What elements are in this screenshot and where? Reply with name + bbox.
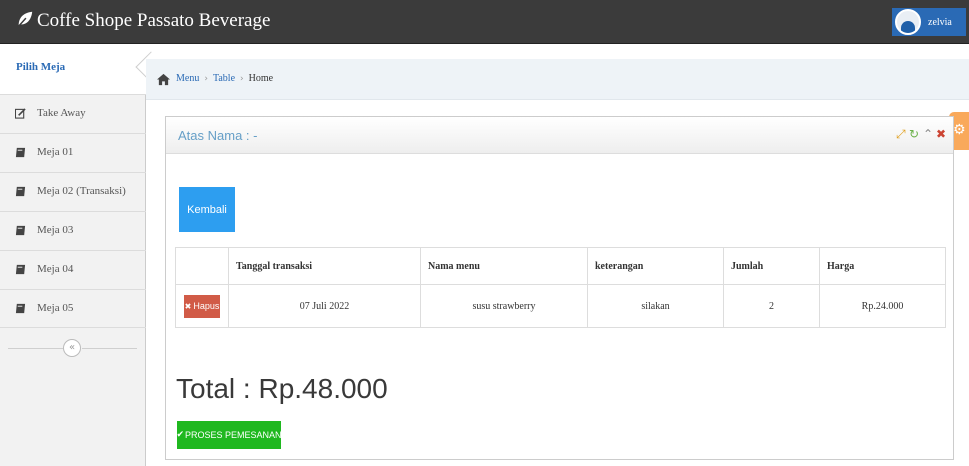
gear-icon: ⚙ xyxy=(953,122,966,138)
widget-header: Atas Nama : - ⤢ ↻ ⌃ ✖ xyxy=(166,117,953,154)
nama-menu-cell: susu strawberry xyxy=(420,284,588,328)
tanggal-cell: 07 Juli 2022 xyxy=(228,284,421,328)
user-menu[interactable]: zelvia xyxy=(892,8,966,36)
top-navbar: Coffe Shope Passato Beverage zelvia xyxy=(0,0,969,44)
sidebar-item-label: Meja 01 xyxy=(37,146,74,158)
breadcrumb: Menu › Table › Home xyxy=(146,59,969,100)
sidebar-item-meja-05[interactable]: Meja 05 xyxy=(0,289,146,328)
breadcrumb-menu[interactable]: Menu xyxy=(176,73,199,84)
book-icon xyxy=(15,303,26,314)
column-header-nama-menu: Nama menu xyxy=(420,247,588,285)
divider xyxy=(82,348,137,349)
book-icon xyxy=(15,147,26,158)
order-total: Total : Rp.48.000 xyxy=(176,373,388,404)
sidebar-item-meja-04[interactable]: Meja 04 xyxy=(0,250,146,289)
breadcrumb-separator: › xyxy=(240,74,244,84)
sidebar-item-label: Take Away xyxy=(37,107,86,119)
process-order-button[interactable]: ✔ PROSES PEMESANAN xyxy=(176,421,282,449)
action-cell: ✖ Hapus xyxy=(175,284,229,328)
book-icon xyxy=(15,264,26,275)
breadcrumb-current: Home xyxy=(248,73,274,84)
back-button[interactable]: Kembali xyxy=(179,187,235,232)
sidebar-item-label: Meja 05 xyxy=(37,302,74,314)
column-header-keterangan: keterangan xyxy=(587,247,724,285)
expand-icon[interactable]: ⤢ xyxy=(896,128,906,140)
sidebar-item-label: Pilih Meja xyxy=(16,61,66,73)
harga-cell: Rp.24.000 xyxy=(819,284,946,328)
reload-icon[interactable]: ↻ xyxy=(909,128,919,140)
close-icon: ✖ xyxy=(184,301,192,311)
sidebar-item-meja-03[interactable]: Meja 03 xyxy=(0,211,146,250)
widget-title: Atas Nama : - xyxy=(178,128,258,143)
sidebar-item-meja-02[interactable]: Meja 02 (Transaksi) xyxy=(0,172,146,211)
leaf-icon xyxy=(17,11,33,28)
sidebar-item-label: Meja 02 (Transaksi) xyxy=(37,185,126,197)
user-name: zelvia xyxy=(928,16,952,28)
close-icon[interactable]: ✖ xyxy=(936,128,946,140)
breadcrumb-table[interactable]: Table xyxy=(213,73,235,84)
sidebar-item-label: Meja 04 xyxy=(37,263,74,275)
order-table: Tanggal transaksi Nama menu keterangan J… xyxy=(175,247,946,328)
column-header-jumlah: Jumlah xyxy=(723,247,820,285)
sidebar-item-label: Meja 03 xyxy=(37,224,74,236)
app-title: Coffe Shope Passato Beverage xyxy=(37,10,271,31)
check-icon: ✔ xyxy=(176,430,185,440)
home-icon xyxy=(157,73,170,86)
app-brand[interactable]: Coffe Shope Passato Beverage xyxy=(16,9,270,33)
sidebar-item-pilih-meja[interactable]: Pilih Meja xyxy=(0,44,146,94)
table-header-row: Tanggal transaksi Nama menu keterangan J… xyxy=(175,247,946,285)
divider xyxy=(8,348,63,349)
sidebar: Pilih Meja Take Away Meja 01 Meja 02 (Tr… xyxy=(0,44,167,466)
pencil-square-icon xyxy=(15,108,26,119)
collapse-icon[interactable]: ⌃ xyxy=(923,128,933,140)
breadcrumb-separator: › xyxy=(204,74,208,84)
delete-button[interactable]: ✖ Hapus xyxy=(184,294,220,318)
book-icon xyxy=(15,225,26,236)
sidebar-collapse-button[interactable]: « xyxy=(63,339,81,357)
table-row: ✖ Hapus 07 Juli 2022 susu strawberry sila… xyxy=(175,284,946,328)
jumlah-cell: 2 xyxy=(723,284,820,328)
order-widget: Atas Nama : - ⤢ ↻ ⌃ ✖ Kembali Tanggal tr… xyxy=(165,116,954,460)
column-header-harga: Harga xyxy=(819,247,946,285)
breadcrumb-trail: Menu › Table › Home xyxy=(176,73,273,84)
column-header-tanggal: Tanggal transaksi xyxy=(228,247,421,285)
book-icon xyxy=(15,186,26,197)
keterangan-cell: silakan xyxy=(587,284,724,328)
sidebar-item-meja-01[interactable]: Meja 01 xyxy=(0,133,146,172)
sidebar-item-take-away[interactable]: Take Away xyxy=(0,94,146,133)
delete-button-label: Hapus xyxy=(193,301,220,311)
process-order-label: PROSES PEMESANAN xyxy=(185,430,282,440)
avatar xyxy=(895,9,921,35)
column-header-action xyxy=(175,247,229,285)
